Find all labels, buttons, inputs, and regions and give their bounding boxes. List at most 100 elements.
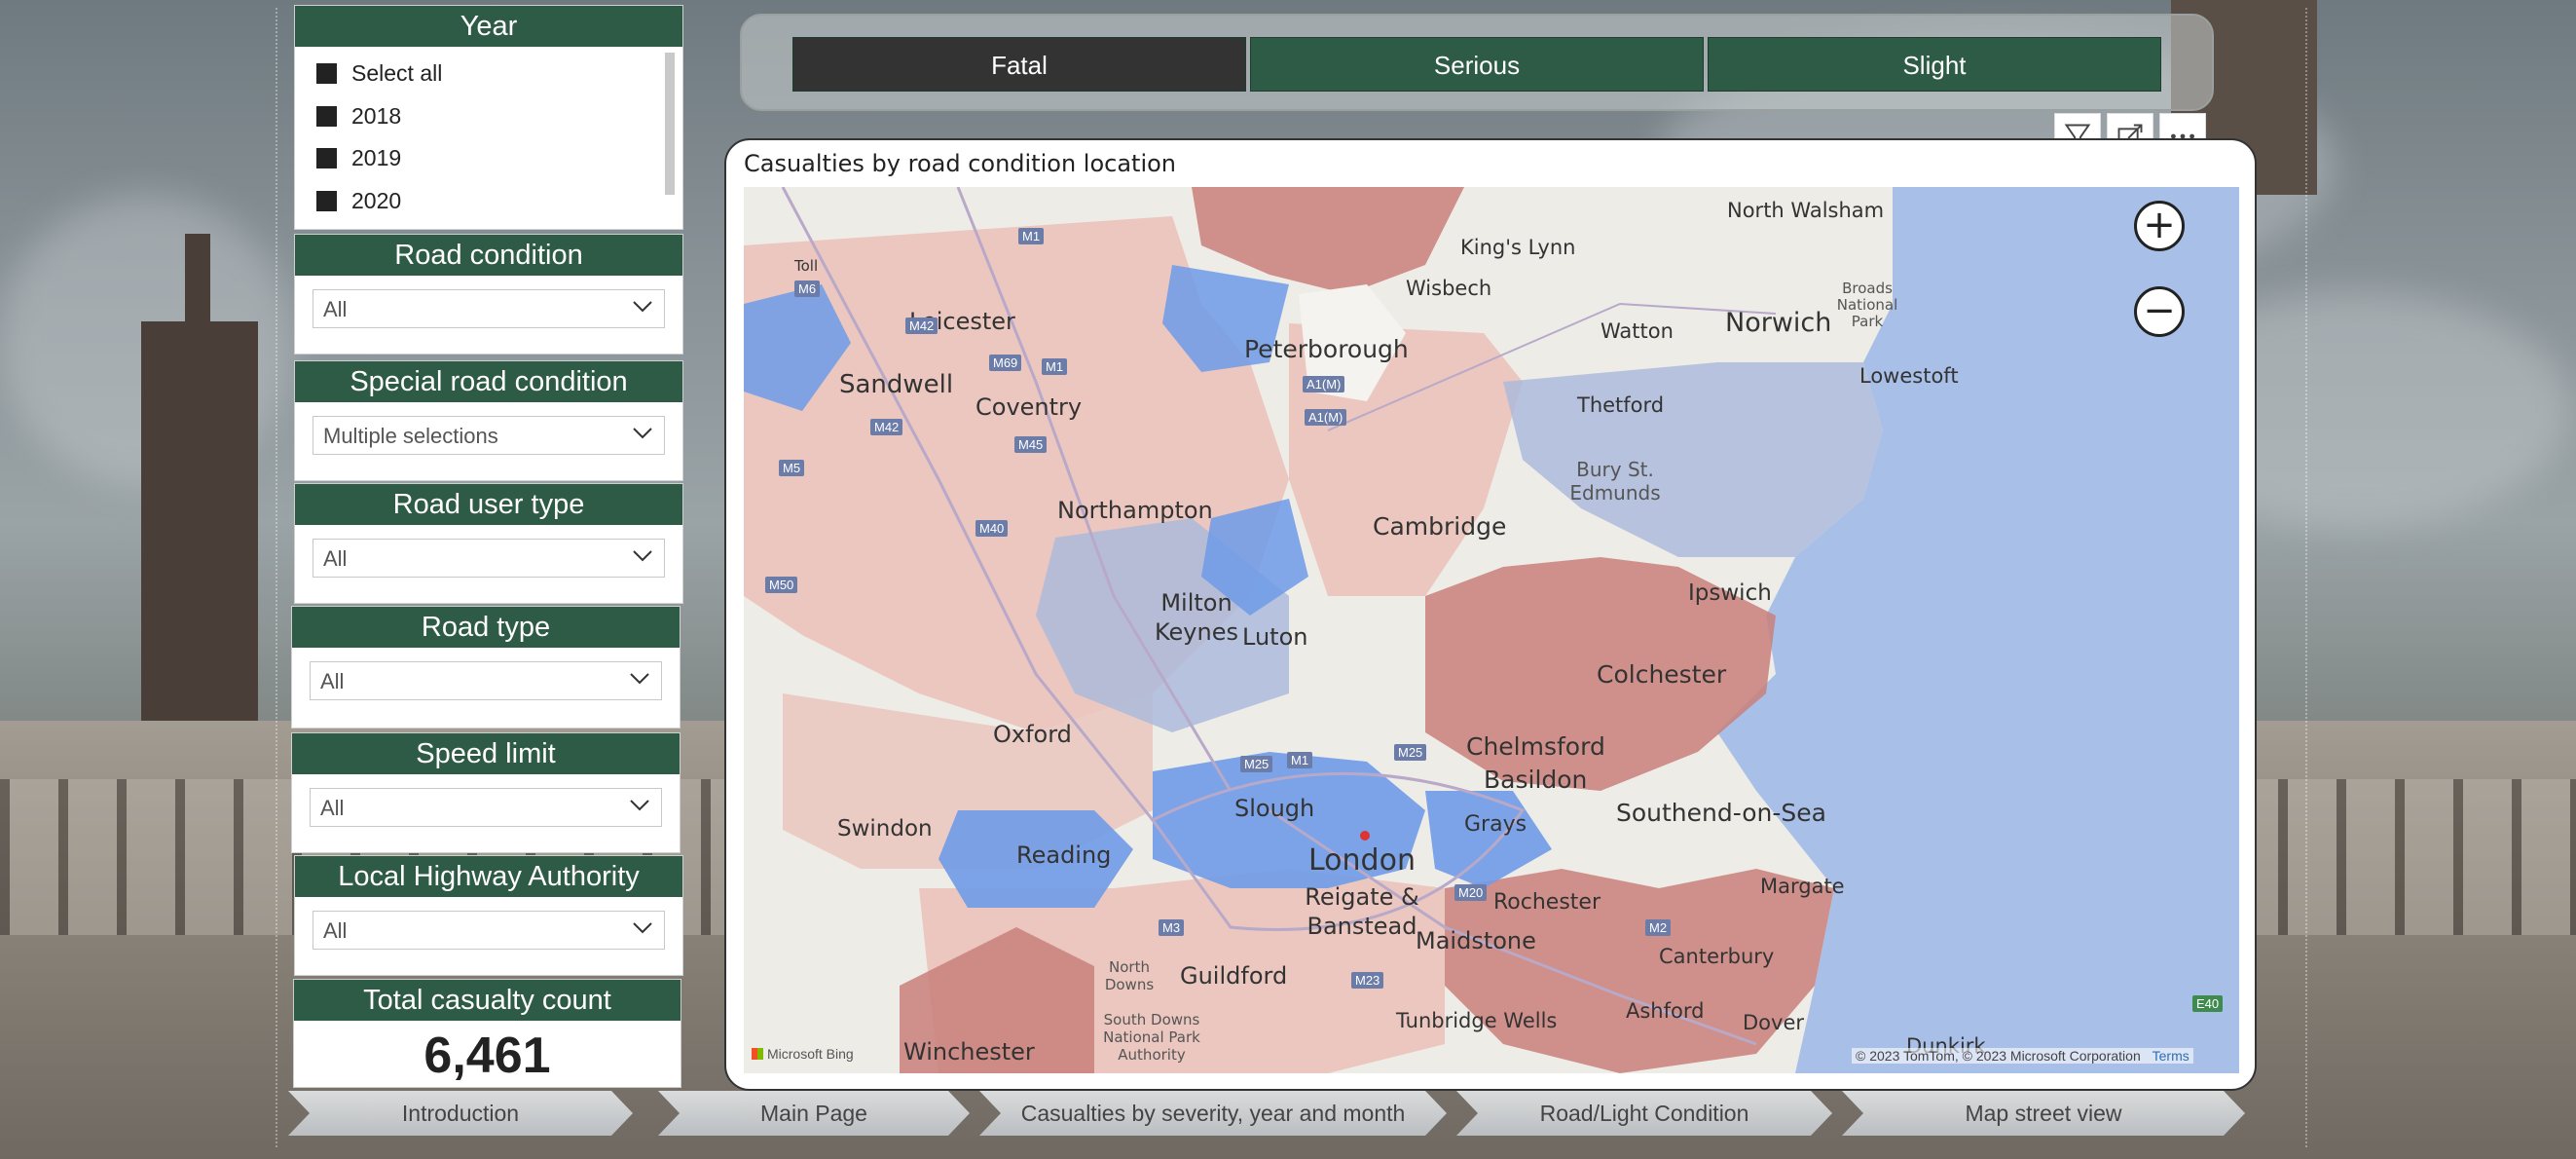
serious-button[interactable]: Serious [1250, 37, 1704, 92]
place-label: Margate [1760, 875, 1845, 898]
place-label: Coventry [975, 393, 1083, 421]
place-label: Northampton [1057, 497, 1213, 524]
place-label: Maidstone [1416, 927, 1536, 954]
road-type-title: Road type [292, 607, 680, 648]
checkbox-icon[interactable] [316, 191, 337, 211]
nav-introduction[interactable]: Introduction [288, 1091, 633, 1136]
chevron-down-icon [633, 550, 652, 562]
year-slicer: Year Select all 2018 2019 2020 [294, 5, 683, 230]
place-label: Bury St. Edmunds [1569, 458, 1661, 505]
slight-button[interactable]: Slight [1708, 37, 2161, 92]
highway-shield: M25 [1394, 744, 1427, 761]
nav-road-light-condition[interactable]: Road/Light Condition [1456, 1091, 1832, 1136]
checkbox-icon[interactable] [316, 63, 337, 84]
place-label: Basildon [1484, 766, 1588, 794]
highway-shield: M23 [1351, 972, 1384, 989]
highway-shield: M25 [1240, 756, 1273, 772]
place-label: Ashford [1626, 999, 1705, 1023]
place-label: Dover [1743, 1011, 1804, 1034]
road-type-value: All [320, 669, 345, 693]
severity-button-group: Fatal Serious Slight [740, 14, 2214, 111]
place-label: Lowestoft [1859, 364, 1959, 388]
road-condition-title: Road condition [295, 235, 682, 276]
highway-shield: M42 [905, 318, 938, 334]
road-user-type-dropdown[interactable]: All [313, 539, 665, 578]
london-marker [1360, 831, 1370, 841]
highway-shield: A1(M) [1305, 409, 1347, 426]
place-label: Southend-on-Sea [1616, 799, 1826, 827]
special-road-condition-slicer: Special road condition Multiple selectio… [294, 360, 683, 481]
year-option-2019[interactable]: 2019 [316, 145, 401, 171]
special-road-condition-value: Multiple selections [323, 424, 498, 448]
speed-limit-dropdown[interactable]: All [310, 788, 662, 827]
place-label: Toll [794, 257, 819, 275]
road-user-type-slicer: Road user type All [294, 483, 683, 604]
fatal-button[interactable]: Fatal [792, 37, 1246, 92]
place-label: Broads National Park [1836, 280, 1898, 330]
speed-limit-value: All [320, 796, 345, 820]
year-option-2020[interactable]: 2020 [316, 188, 401, 214]
chevron-down-icon [633, 301, 652, 313]
place-label: King's Lynn [1460, 236, 1576, 259]
place-label: Ipswich [1688, 580, 1772, 606]
nav-casualties-by-severity[interactable]: Casualties by severity, year and month [979, 1091, 1447, 1136]
place-label: North Downs [1104, 958, 1155, 993]
highway-shield: M42 [870, 419, 903, 435]
place-label: Cambridge [1373, 512, 1507, 541]
place-label: North Walsham [1727, 199, 1885, 222]
place-label: Colchester [1597, 660, 1727, 689]
place-label: London [1308, 843, 1416, 878]
chevron-down-icon [630, 673, 649, 685]
map-canvas[interactable]: North Walsham King's Lynn Wisbech Leices… [744, 187, 2239, 1073]
highway-shield: M1 [1018, 228, 1045, 244]
road-user-type-value: All [323, 546, 348, 571]
year-option-select-all[interactable]: Select all [316, 60, 442, 87]
place-label: Slough [1234, 795, 1315, 822]
local-highway-authority-dropdown[interactable]: All [313, 911, 665, 950]
road-type-dropdown[interactable]: All [310, 661, 662, 700]
map-title: Casualties by road condition location [744, 150, 1177, 177]
checkbox-icon[interactable] [316, 148, 337, 168]
highway-shield: M1 [1287, 752, 1313, 768]
year-slicer-title: Year [295, 6, 682, 47]
local-highway-authority-slicer: Local Highway Authority All [294, 855, 683, 976]
highway-shield: M40 [975, 520, 1009, 537]
special-road-condition-dropdown[interactable]: Multiple selections [313, 416, 665, 455]
place-label: Reading [1016, 841, 1112, 869]
highway-shield: M50 [765, 577, 798, 593]
zoom-in-button[interactable]: + [2134, 201, 2185, 251]
place-label: Chelmsford [1466, 732, 1605, 761]
year-scrollbar[interactable] [665, 53, 675, 195]
place-label: Sandwell [839, 370, 954, 399]
zoom-out-button[interactable]: − [2134, 286, 2185, 337]
checkbox-icon[interactable] [316, 106, 337, 127]
place-label: Swindon [837, 816, 933, 841]
highway-shield: M3 [1159, 919, 1185, 936]
highway-shield: M2 [1645, 919, 1672, 936]
local-highway-authority-value: All [323, 918, 348, 943]
highway-shield: M69 [989, 355, 1022, 371]
highway-shield: M20 [1454, 884, 1488, 901]
speed-limit-slicer: Speed limit All [291, 732, 681, 853]
place-label: Winchester [903, 1038, 1035, 1066]
chevron-down-icon [630, 800, 649, 811]
place-label: Grays [1464, 812, 1527, 837]
terms-link[interactable]: Terms [2153, 1048, 2190, 1064]
nav-main-page[interactable]: Main Page [658, 1091, 970, 1136]
highway-shield: A1(M) [1303, 376, 1345, 393]
nav-map-street-view[interactable]: Map street view [1842, 1091, 2245, 1136]
road-condition-dropdown[interactable]: All [313, 289, 665, 328]
highway-shield: M45 [1014, 436, 1048, 453]
microsoft-logo-icon [752, 1048, 763, 1060]
chevron-down-icon [633, 922, 652, 934]
road-user-type-title: Road user type [295, 484, 682, 525]
place-label: Milton Keynes [1155, 589, 1238, 646]
year-option-2018[interactable]: 2018 [316, 103, 401, 130]
place-label: Tunbridge Wells [1396, 1009, 1558, 1032]
total-casualty-title: Total casualty count [294, 980, 681, 1021]
place-label: Norwich [1725, 308, 1832, 338]
highway-shield: M1 [1042, 358, 1068, 375]
highway-shield: E40 [2192, 995, 2224, 1012]
place-label: Rochester [1493, 890, 1601, 915]
local-highway-authority-title: Local Highway Authority [295, 856, 682, 897]
